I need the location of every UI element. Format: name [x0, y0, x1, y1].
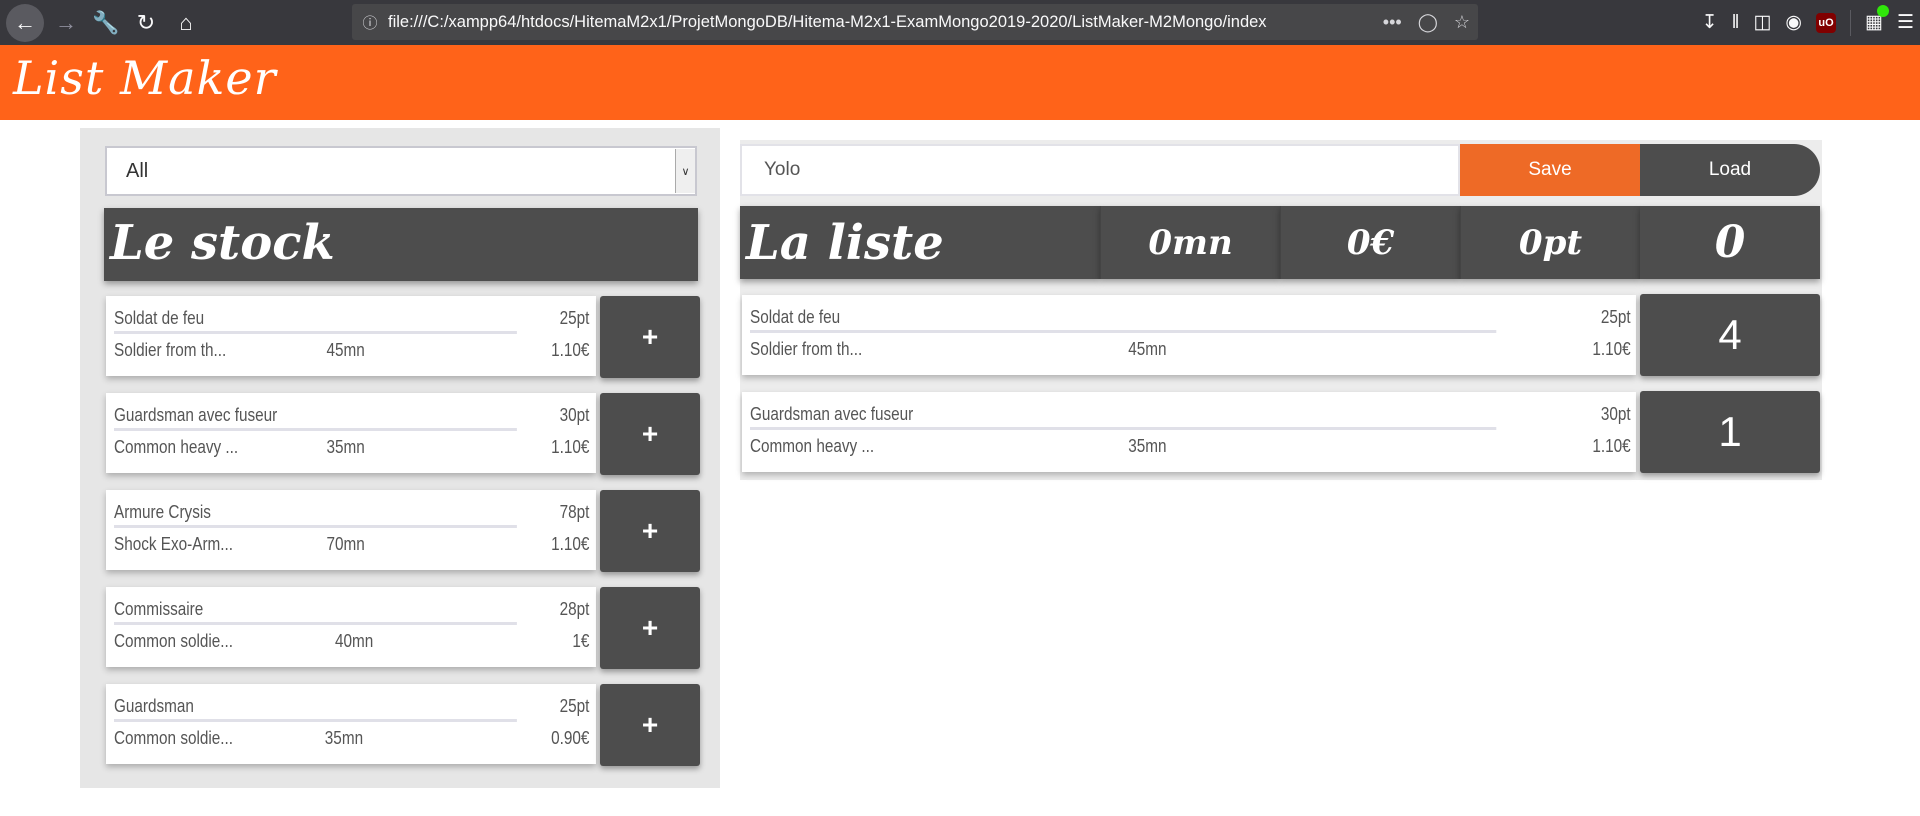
item-time: 35mn	[1128, 436, 1167, 456]
list-item: Soldat de feu 25pt Soldier from th... 45mn…	[742, 295, 1636, 375]
category-filter-value: All	[126, 159, 149, 182]
item-points: 25pt	[559, 696, 590, 716]
item-name: Armure Crysis	[114, 502, 211, 522]
stock-panel: All ∨ Le stock Soldat de feu 25pt Soldier…	[80, 128, 720, 788]
info-icon[interactable]: ⓘ	[352, 12, 388, 33]
reload-icon[interactable]: ↻	[128, 5, 164, 41]
update-badge-icon	[1876, 5, 1889, 17]
add-item-button[interactable]: +	[600, 490, 700, 572]
pocket-icon[interactable]: ◯	[1418, 12, 1438, 33]
toolbar-divider	[1850, 9, 1851, 36]
url-text[interactable]: file:///C:/xampp64/htdocs/HitemaM2x1/Pro…	[388, 13, 1358, 32]
item-points: 30pt	[559, 405, 590, 425]
list-name-input[interactable]: Yolo	[740, 144, 1460, 196]
wrench-icon[interactable]: 🔧	[88, 5, 124, 41]
page-actions-icon[interactable]: •••	[1383, 12, 1402, 33]
url-bar[interactable]: ⓘ file:///C:/xampp64/htdocs/HitemaM2x1/P…	[352, 4, 1478, 40]
stock-item: Soldat de feu 25pt Soldier from th... 45mn…	[106, 296, 596, 376]
item-time: 40mn	[335, 631, 374, 651]
sidebar-icon[interactable]: ◫	[1753, 11, 1771, 34]
item-name: Guardsman	[114, 696, 194, 716]
item-price: 0.90€	[551, 728, 590, 748]
item-price: 1.10€	[551, 437, 590, 457]
item-price: 1.10€	[1592, 436, 1631, 456]
item-description: Soldier from th...	[114, 340, 227, 360]
account-icon[interactable]: ◉	[1785, 11, 1802, 34]
item-description: Shock Exo-Arm...	[114, 534, 234, 554]
app-title: List Maker	[13, 51, 277, 105]
item-time: 45mn	[1128, 339, 1167, 359]
item-quantity[interactable]: 4	[1640, 294, 1820, 376]
load-button[interactable]: Load	[1640, 144, 1820, 196]
item-name: Soldat de feu	[750, 307, 841, 327]
item-description: Common heavy ...	[750, 436, 875, 456]
item-points: 78pt	[559, 502, 590, 522]
home-icon[interactable]: ⌂	[168, 5, 204, 41]
browser-toolbar: ← → 🔧 ↻ ⌂ ⓘ file:///C:/xampp64/htdocs/Hi…	[0, 0, 1920, 45]
download-icon[interactable]: ↧	[1702, 11, 1718, 34]
item-points: 25pt	[1600, 307, 1631, 327]
total-time: 0mn	[1100, 206, 1280, 279]
total-count: 0	[1640, 206, 1820, 279]
item-description: Soldier from th...	[750, 339, 863, 359]
item-points: 30pt	[1600, 404, 1631, 424]
stock-item: Guardsman avec fuseur 30pt Common heavy .…	[106, 393, 596, 473]
item-points: 28pt	[559, 599, 590, 619]
item-name: Guardsman avec fuseur	[114, 405, 278, 425]
add-item-button[interactable]: +	[600, 296, 700, 378]
item-name: Soldat de feu	[114, 308, 205, 328]
item-price: 1.10€	[551, 534, 590, 554]
library-icon[interactable]: ‖	[1732, 12, 1740, 34]
add-item-button[interactable]: +	[600, 393, 700, 475]
item-price: 1.10€	[1592, 339, 1631, 359]
list-heading: La liste	[740, 206, 1100, 279]
menu-icon[interactable]: ☰	[1897, 11, 1914, 34]
bookmark-star-icon[interactable]: ☆	[1454, 12, 1470, 33]
total-points: 0pt	[1460, 206, 1640, 279]
item-description: Common heavy ...	[114, 437, 239, 457]
ublock-icon[interactable]: uO	[1816, 12, 1836, 33]
forward-arrow-icon[interactable]: →	[48, 5, 84, 41]
stock-item: Commissaire 28pt Common soldie... 40mn 1€	[106, 587, 596, 667]
back-arrow-icon[interactable]: ←	[6, 3, 44, 42]
extensions-icon[interactable]: ▦	[1865, 5, 1889, 34]
save-button[interactable]: Save	[1460, 144, 1640, 196]
item-name: Guardsman avec fuseur	[750, 404, 914, 424]
item-time: 35mn	[326, 437, 365, 457]
stock-heading: Le stock	[104, 208, 698, 281]
item-quantity[interactable]: 1	[1640, 391, 1820, 473]
stock-item: Guardsman 25pt Common soldie... 35mn 0.90€	[106, 684, 596, 764]
item-description: Common soldie...	[114, 631, 234, 651]
category-filter-select[interactable]: All ∨	[105, 146, 697, 196]
total-price: 0€	[1280, 206, 1460, 279]
item-points: 25pt	[559, 308, 590, 328]
item-time: 45mn	[326, 340, 365, 360]
stock-item: Armure Crysis 78pt Shock Exo-Arm... 70mn 1.…	[106, 490, 596, 570]
list-item: Guardsman avec fuseur 30pt Common heavy .…	[742, 392, 1636, 472]
item-name: Commissaire	[114, 599, 204, 619]
item-time: 35mn	[324, 728, 364, 748]
item-price: 1€	[572, 631, 590, 651]
add-item-button[interactable]: +	[600, 684, 700, 766]
list-header: La liste 0mn 0€ 0pt 0	[740, 206, 1820, 279]
chevron-down-icon[interactable]: ∨	[675, 149, 695, 193]
add-item-button[interactable]: +	[600, 587, 700, 669]
item-description: Common soldie...	[114, 728, 234, 748]
app-header: List Maker	[0, 45, 1920, 120]
item-time: 70mn	[326, 534, 365, 554]
item-price: 1.10€	[551, 340, 590, 360]
